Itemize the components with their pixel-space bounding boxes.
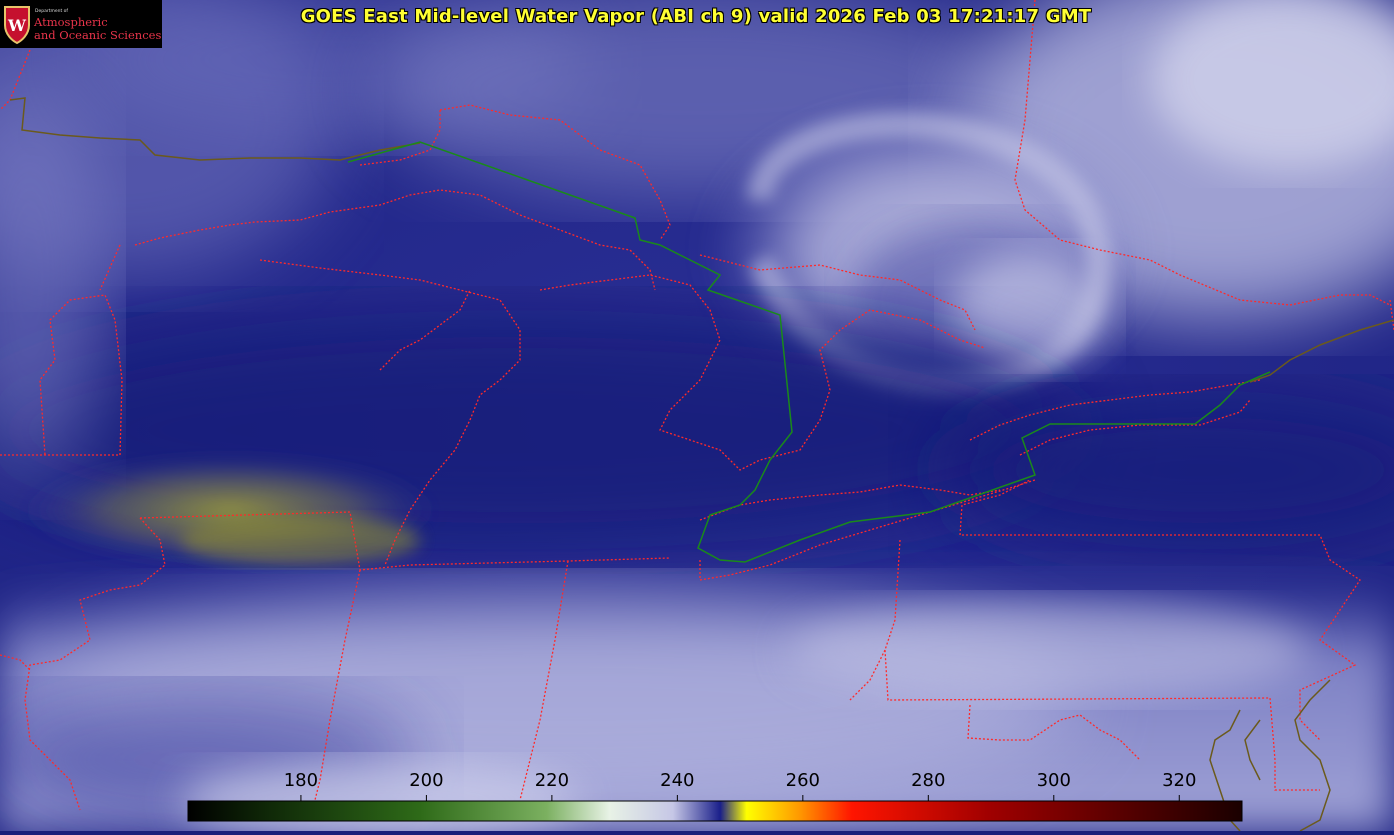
- colorbar-tick-label: 260: [785, 770, 820, 791]
- colorbar-tick-label: 300: [1036, 770, 1071, 791]
- colorbar-tick-label: 240: [660, 770, 695, 791]
- colorbar-tick-label: 320: [1162, 770, 1197, 791]
- satellite-map: W Department of Atmospheric and Oceanic …: [0, 0, 1394, 835]
- logo-line2: and Oceanic Sciences: [34, 28, 162, 42]
- water-vapor-image: [0, 0, 1394, 835]
- colorbar-tick-label: 200: [409, 770, 444, 791]
- colorbar-tick-label: 220: [534, 770, 570, 791]
- colorbar-tick-label: 280: [911, 770, 946, 791]
- colorbar-tick-label: 180: [283, 770, 319, 791]
- colorbar: [187, 800, 1243, 822]
- map-title-text: GOES East Mid-level Water Vapor (ABI ch …: [300, 6, 1092, 27]
- map-title: GOES East Mid-level Water Vapor (ABI ch …: [0, 6, 1394, 27]
